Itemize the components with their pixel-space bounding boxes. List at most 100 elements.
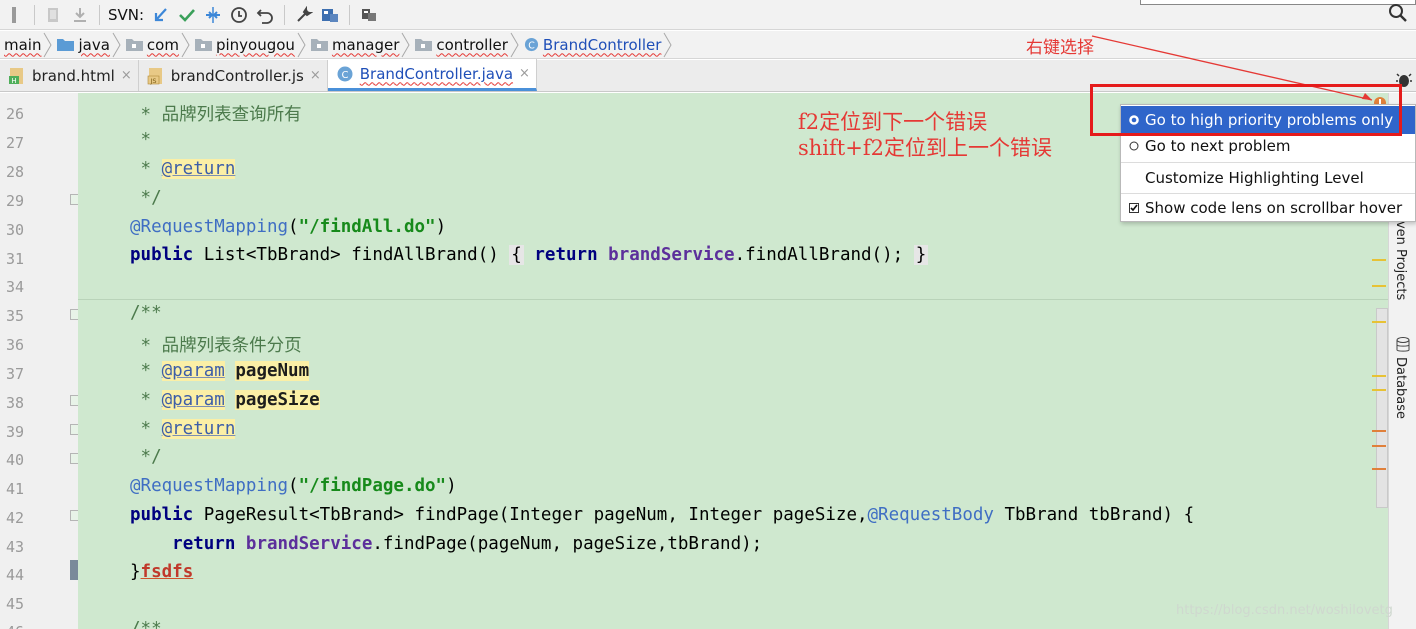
svn-commit-icon[interactable] — [176, 4, 198, 26]
checkbox-checked-icon — [1129, 203, 1139, 213]
database-icon — [1396, 337, 1410, 352]
code-line-37: * @param pageNum — [130, 361, 310, 381]
svg-text:C: C — [528, 40, 535, 51]
toolbar-edge-icon[interactable] — [4, 4, 26, 26]
code-line-35: /** — [130, 303, 162, 323]
html-file-icon: H — [9, 67, 23, 85]
radio-unselected-icon — [1129, 141, 1139, 151]
menu-item-customize-highlighting[interactable]: Customize Highlighting Level — [1121, 164, 1415, 192]
ide-window: SVN: main java com pinyougou manager con… — [0, 0, 1416, 629]
warning-marker[interactable] — [1372, 375, 1386, 377]
line-number: 43 — [6, 538, 25, 556]
line-number: 44 — [6, 566, 25, 584]
close-icon[interactable]: × — [519, 66, 530, 81]
svg-text:JS: JS — [149, 77, 156, 85]
svn-label: SVN: — [108, 5, 145, 24]
code-line-28: * @return — [130, 159, 236, 179]
tab-brandcontroller-js[interactable]: JS brandController.js × — [139, 60, 328, 91]
breadcrumb-item-brandcontroller[interactable]: C BrandController — [520, 31, 673, 59]
code-line-43: return brandService.findPage(pageNum, pa… — [172, 534, 763, 554]
svn-update-icon[interactable] — [150, 4, 172, 26]
line-number: 29 — [6, 192, 25, 210]
breadcrumb-item-com[interactable]: com — [122, 31, 191, 59]
warning-marker[interactable] — [1372, 259, 1386, 261]
revert-icon[interactable] — [254, 4, 276, 26]
code-line-27: * — [130, 130, 152, 150]
breadcrumb-item-pinyougou[interactable]: pinyougou — [191, 31, 307, 59]
toolbar-separator — [99, 4, 100, 25]
ant-build-icon[interactable] — [358, 4, 380, 26]
svg-text:H: H — [11, 77, 16, 85]
package-folder-icon — [415, 39, 433, 51]
warning-marker[interactable] — [1372, 285, 1386, 287]
code-line-26: * 品牌列表查询所有 — [130, 105, 302, 125]
error-marker[interactable] — [1372, 468, 1386, 470]
line-number: 39 — [6, 423, 25, 441]
tab-brandcontroller-java[interactable]: C BrandController.java × — [327, 59, 537, 91]
menu-item-show-code-lens[interactable]: Show code lens on scrollbar hover — [1121, 194, 1415, 222]
chevron-right-icon — [112, 32, 121, 57]
line-number: 45 — [6, 595, 25, 613]
annotation-shift-f2: shift+f2定位到上一个错误 — [798, 136, 1052, 160]
code-line-44: }fsdfs — [130, 562, 194, 582]
svg-text:C: C — [341, 70, 348, 81]
breadcrumb-item-java[interactable]: java — [53, 31, 121, 59]
chevron-right-icon — [181, 32, 190, 57]
warning-marker[interactable] — [1372, 321, 1386, 323]
bookmark-icon[interactable] — [43, 4, 65, 26]
search-box-edge[interactable] — [1140, 0, 1416, 5]
line-number: 41 — [6, 480, 25, 498]
line-number: 38 — [6, 394, 25, 412]
line-number: 31 — [6, 250, 25, 268]
code-line-41: @RequestMapping("/findPage.do") — [130, 476, 457, 496]
maven-projects-tab[interactable]: aven Projects — [1393, 213, 1408, 300]
toolbar-separator — [34, 4, 35, 25]
code-line-31: public List<TbBrand> findAllBrand() { re… — [130, 245, 929, 265]
close-icon[interactable]: × — [121, 68, 132, 83]
chevron-right-icon — [663, 32, 672, 57]
error-marker[interactable] — [1372, 445, 1386, 447]
database-tab[interactable]: Database — [1393, 357, 1408, 419]
code-line-39: * @return — [130, 419, 236, 439]
toolbar-separator — [284, 4, 286, 25]
chevron-right-icon — [44, 32, 53, 57]
project-structure-icon[interactable] — [319, 4, 341, 26]
line-number: 40 — [6, 451, 25, 469]
class-icon: C — [337, 66, 353, 81]
annotation-highlight-box — [1090, 84, 1402, 136]
search-icon[interactable] — [1388, 3, 1408, 27]
line-number: 37 — [6, 365, 25, 383]
line-number: 34 — [6, 278, 25, 296]
annotation-right-click: 右键选择 — [1026, 38, 1094, 58]
error-marker[interactable] — [1372, 430, 1386, 432]
download-icon[interactable] — [69, 4, 91, 26]
wrench-icon[interactable] — [293, 4, 315, 26]
tab-brand-html[interactable]: H brand.html × — [0, 60, 139, 91]
code-line-30: @RequestMapping("/findAll.do") — [130, 217, 447, 237]
line-number: 30 — [6, 221, 25, 239]
line-number: 28 — [6, 163, 25, 181]
line-number: 27 — [6, 134, 25, 152]
breadcrumb-item-manager[interactable]: manager — [307, 31, 411, 59]
chevron-right-icon — [401, 32, 410, 57]
watermark: https://blog.csdn.net/woshilovetg — [1176, 603, 1393, 618]
package-folder-icon — [125, 39, 143, 51]
line-number: 26 — [6, 105, 25, 123]
line-number: 36 — [6, 336, 25, 354]
breadcrumb-item-main[interactable]: main — [0, 31, 53, 59]
line-number: 46 — [6, 623, 36, 629]
menu-item-next-problem[interactable]: Go to next problem — [1121, 132, 1415, 160]
method-separator — [78, 299, 1388, 300]
breadcrumb-item-controller[interactable]: controller — [411, 31, 520, 59]
chevron-right-icon — [297, 32, 306, 57]
js-file-icon: JS — [147, 67, 162, 85]
svn-compare-icon[interactable] — [202, 4, 224, 26]
warning-marker[interactable] — [1372, 389, 1386, 391]
line-number: 35 — [6, 307, 25, 325]
folder-icon — [57, 39, 75, 51]
close-icon[interactable]: × — [310, 68, 321, 83]
history-icon[interactable] — [228, 4, 250, 26]
toolbar-separator — [349, 4, 351, 25]
line-number-gutter: 26 27 28 29 30 31 34 35 36 37 38 39 40 4… — [0, 93, 82, 629]
line-number: 42 — [6, 509, 25, 527]
